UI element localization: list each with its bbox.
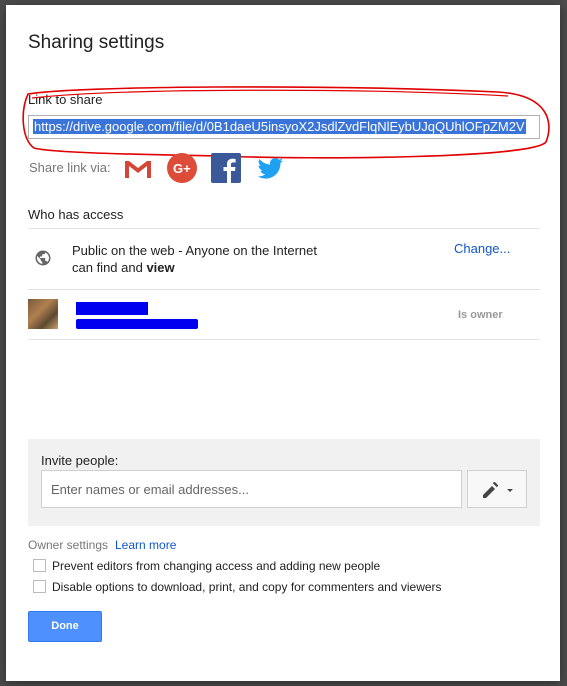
public-access-description: Public on the web - Anyone on the Intern… (72, 242, 342, 276)
learn-more-link[interactable]: Learn more (115, 538, 176, 552)
google-plus-icon[interactable]: G+ (166, 152, 198, 184)
public-access-line2: can find and view (72, 259, 342, 276)
link-label: Link to share (28, 92, 103, 107)
change-access-link[interactable]: Change... (454, 241, 510, 256)
public-access-line2-prefix: can find and (72, 260, 147, 275)
disable-download-label: Disable options to download, print, and … (52, 580, 442, 594)
prevent-editors-label: Prevent editors from changing access and… (52, 559, 381, 573)
share-link-field[interactable]: https://drive.google.com/file/d/0B1daeU5… (28, 115, 540, 139)
redacted-owner-email (76, 319, 198, 329)
divider (28, 339, 540, 340)
prevent-editors-checkbox[interactable] (33, 559, 46, 572)
redacted-owner-name (76, 302, 148, 315)
disable-download-checkbox[interactable] (33, 580, 46, 593)
owner-avatar (28, 299, 58, 329)
globe-icon (35, 250, 51, 266)
share-link-url: https://drive.google.com/file/d/0B1daeU5… (33, 119, 526, 134)
who-has-access-label: Who has access (28, 207, 124, 222)
divider (28, 289, 540, 290)
dialog-title: Sharing settings (28, 32, 165, 53)
permission-dropdown-button[interactable] (467, 470, 527, 508)
pencil-icon (483, 482, 513, 498)
facebook-icon[interactable] (210, 152, 242, 184)
twitter-icon[interactable] (254, 152, 286, 184)
owner-role-label: Is owner (458, 309, 503, 321)
share-via-label: Share link via: (29, 160, 111, 175)
gmail-icon[interactable] (122, 152, 154, 184)
disable-download-option[interactable]: Disable options to download, print, and … (33, 580, 442, 594)
invite-label: Invite people: (41, 453, 119, 468)
sharing-dialog: Sharing settings Link to share https://d… (6, 5, 560, 681)
done-button[interactable]: Done (28, 611, 102, 642)
owner-settings-label: Owner settings (28, 538, 109, 552)
invite-panel: Invite people: (28, 439, 540, 526)
divider (28, 228, 540, 229)
public-access-line1: Public on the web - Anyone on the Intern… (72, 243, 318, 258)
svg-text:G+: G+ (173, 161, 191, 176)
invite-people-input[interactable] (41, 470, 462, 508)
prevent-editors-option[interactable]: Prevent editors from changing access and… (33, 559, 380, 573)
public-access-permission: view (146, 260, 175, 275)
